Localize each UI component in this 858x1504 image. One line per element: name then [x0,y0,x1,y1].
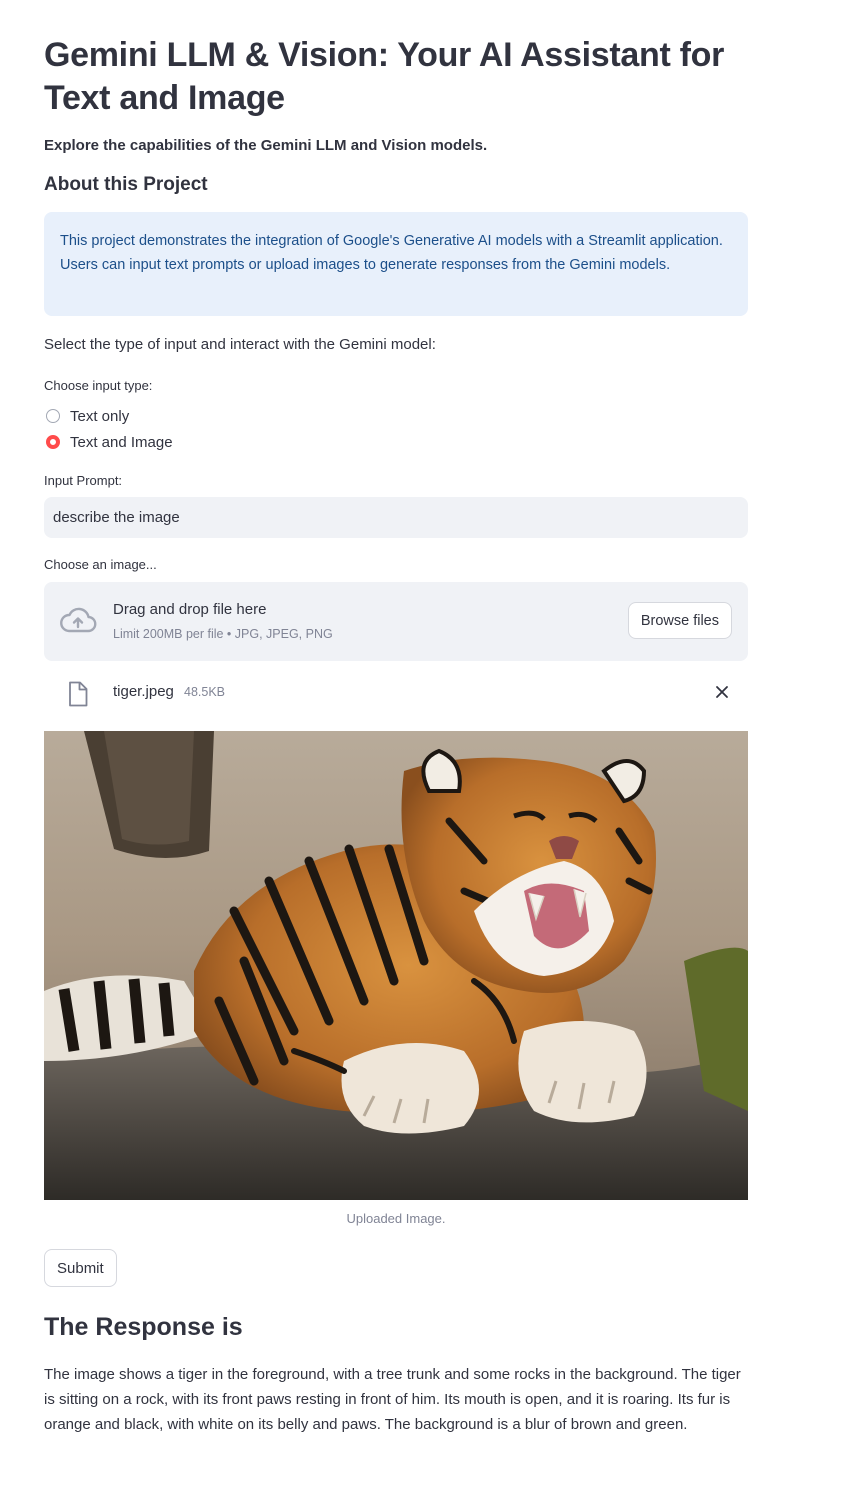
page-subtitle: Explore the capabilities of the Gemini L… [44,137,488,154]
prompt-label: Input Prompt: [44,473,123,488]
response-text: The image shows a tiger in the foregroun… [44,1366,741,1433]
about-heading: About this Project [44,174,208,195]
dropzone-title: Drag and drop file here [113,601,267,618]
radio-option-label: Text and Image [70,433,173,451]
radio-checked-icon [46,435,60,449]
file-name: tiger.jpeg [113,683,174,700]
uploaded-file-row: tiger.jpeg 48.5KB [44,672,748,712]
response-heading: The Response is [44,1313,243,1341]
prompt-input-value: describe the image [53,509,180,526]
instruction-text: Select the type of input and interact wi… [44,336,436,353]
cloud-upload-icon [60,607,97,633]
radio-text-and-image[interactable]: Text and Image [44,431,173,453]
uploaded-image [44,731,748,1200]
page-title: Gemini LLM & Vision: Your AI Assistant f… [44,36,725,117]
info-text: This project demonstrates the integratio… [60,233,723,273]
prompt-input[interactable]: describe the image [44,497,748,538]
file-icon [69,681,88,707]
dropzone-limit: Limit 200MB per file • JPG, JPEG, PNG [113,627,333,641]
radio-option-label: Text only [70,407,130,425]
file-size: 48.5KB [184,685,226,699]
browse-files-button[interactable]: Browse files [627,602,732,639]
input-type-label: Choose input type: [44,378,153,393]
close-icon[interactable] [712,682,732,702]
file-dropzone[interactable]: Drag and drop file here Limit 200MB per … [44,582,748,661]
image-caption: Uploaded Image. [346,1211,446,1226]
submit-button[interactable]: Submit [44,1249,117,1287]
info-box: This project demonstrates the integratio… [44,212,748,316]
tiger-photo [44,731,748,1200]
image-uploader-label: Choose an image... [44,557,157,572]
radio-unchecked-icon [46,409,60,423]
radio-text-only[interactable]: Text only [44,405,129,427]
